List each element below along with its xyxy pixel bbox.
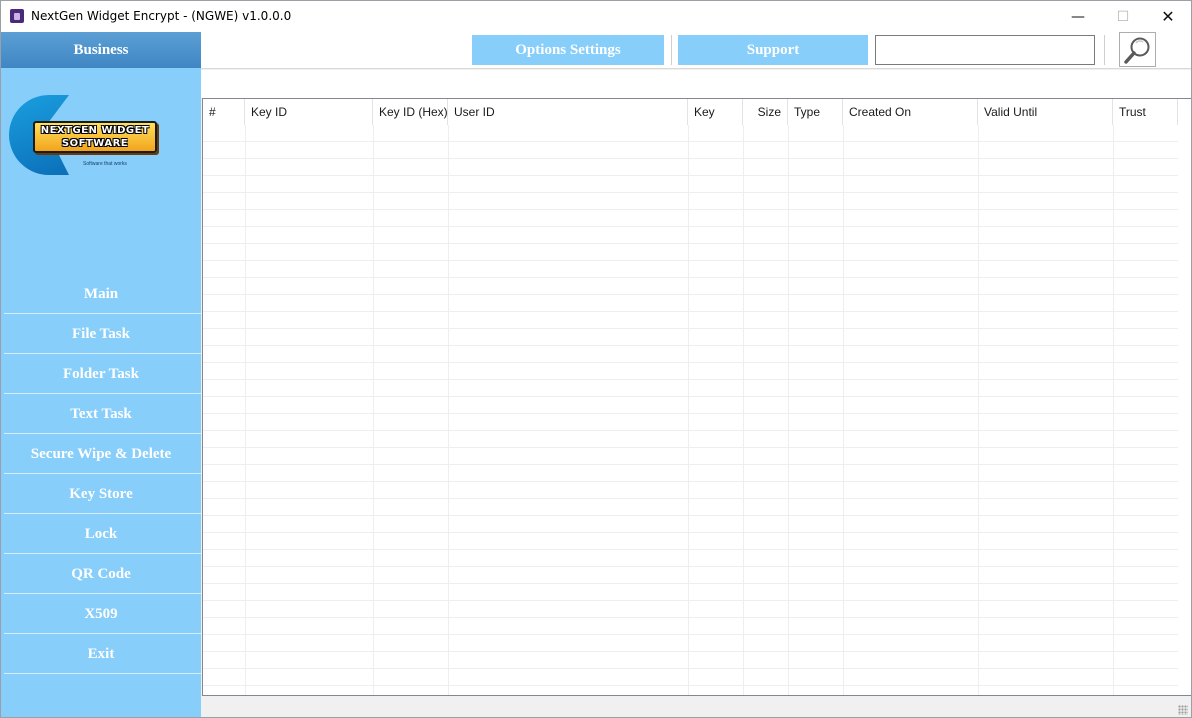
minimize-button[interactable]: — bbox=[1055, 1, 1101, 32]
row-gridline bbox=[203, 566, 1178, 567]
top-toolbar: Options Settings Support bbox=[201, 32, 1191, 69]
magnifier-icon bbox=[1123, 37, 1149, 64]
row-gridline bbox=[203, 260, 1178, 261]
app-window: NextGen Widget Encrypt - (NGWE) v1.0.0.0… bbox=[0, 0, 1192, 718]
row-gridline bbox=[203, 226, 1178, 227]
column-header-key-id-hex[interactable]: Key ID (Hex) bbox=[373, 99, 448, 125]
sidebar-item-text-task[interactable]: Text Task bbox=[1, 394, 201, 434]
row-gridline bbox=[203, 617, 1178, 618]
row-gridline bbox=[203, 158, 1178, 159]
row-gridline bbox=[203, 447, 1178, 448]
row-gridline bbox=[203, 362, 1178, 363]
sidebar: Business NEXTGEN WIDGET SOFTWARE Softwar… bbox=[1, 32, 201, 717]
column-gridline bbox=[978, 125, 979, 695]
sidebar-item-key-store[interactable]: Key Store bbox=[1, 474, 201, 514]
column-gridline bbox=[245, 125, 246, 695]
sidebar-nav: Main File Task Folder Task Text Task Sec… bbox=[1, 274, 201, 674]
row-gridline bbox=[203, 634, 1178, 635]
logo-tagline: Software that works bbox=[83, 161, 127, 167]
row-gridline bbox=[203, 430, 1178, 431]
row-gridline bbox=[203, 481, 1178, 482]
app-icon bbox=[10, 9, 24, 23]
sidebar-item-secure-wipe[interactable]: Secure Wipe & Delete bbox=[1, 434, 201, 474]
column-header-size[interactable]: Size bbox=[743, 99, 788, 125]
company-logo: NEXTGEN WIDGET SOFTWARE Software that wo… bbox=[9, 95, 161, 179]
row-gridline bbox=[203, 413, 1178, 414]
column-gridline bbox=[448, 125, 449, 695]
logo-text-line1: NEXTGEN WIDGET bbox=[40, 125, 150, 136]
column-header-index[interactable]: # bbox=[203, 99, 245, 125]
row-gridline bbox=[203, 277, 1178, 278]
sidebar-item-exit[interactable]: Exit bbox=[1, 634, 201, 674]
column-header-key-id[interactable]: Key ID bbox=[245, 99, 373, 125]
column-gridline bbox=[743, 125, 744, 695]
row-gridline bbox=[203, 345, 1178, 346]
row-gridline bbox=[203, 311, 1178, 312]
logo-text-line2: SOFTWARE bbox=[61, 138, 129, 149]
row-gridline bbox=[203, 243, 1178, 244]
maximize-button[interactable]: ☐ bbox=[1100, 1, 1146, 32]
column-gridline bbox=[1113, 125, 1114, 695]
edition-header: Business bbox=[1, 32, 201, 68]
key-table[interactable]: # Key ID Key ID (Hex) User ID Key Size T… bbox=[202, 98, 1191, 696]
table-header: # Key ID Key ID (Hex) User ID Key Size T… bbox=[203, 99, 1191, 125]
row-gridline bbox=[203, 328, 1178, 329]
window-title: NextGen Widget Encrypt - (NGWE) v1.0.0.0 bbox=[31, 9, 292, 23]
column-header-valid-until[interactable]: Valid Until bbox=[978, 99, 1113, 125]
sidebar-item-qr-code[interactable]: QR Code bbox=[1, 554, 201, 594]
row-gridline bbox=[203, 583, 1178, 584]
column-gridline bbox=[788, 125, 789, 695]
row-gridline bbox=[203, 685, 1178, 686]
row-gridline bbox=[203, 175, 1178, 176]
table-scroll-area bbox=[1178, 99, 1191, 695]
sidebar-item-main[interactable]: Main bbox=[1, 274, 201, 314]
row-gridline bbox=[203, 192, 1178, 193]
sidebar-item-lock[interactable]: Lock bbox=[1, 514, 201, 554]
row-gridline bbox=[203, 379, 1178, 380]
column-header-user-id[interactable]: User ID bbox=[448, 99, 688, 125]
row-gridline bbox=[203, 209, 1178, 210]
status-bar bbox=[201, 696, 1191, 717]
row-gridline bbox=[203, 549, 1178, 550]
row-gridline bbox=[203, 532, 1178, 533]
search-button[interactable] bbox=[1119, 32, 1156, 67]
toolbar-divider bbox=[671, 35, 672, 65]
column-header-key[interactable]: Key bbox=[688, 99, 743, 125]
options-settings-button[interactable]: Options Settings bbox=[472, 35, 664, 65]
column-header-created-on[interactable]: Created On bbox=[843, 99, 978, 125]
sidebar-item-x509[interactable]: X509 bbox=[1, 594, 201, 634]
column-header-type[interactable]: Type bbox=[788, 99, 843, 125]
row-gridline bbox=[203, 498, 1178, 499]
search-input[interactable] bbox=[875, 35, 1095, 65]
column-gridline bbox=[843, 125, 844, 695]
row-gridline bbox=[203, 141, 1178, 142]
row-gridline bbox=[203, 651, 1178, 652]
row-gridline bbox=[203, 668, 1178, 669]
toolbar-divider bbox=[1104, 35, 1105, 65]
close-button[interactable]: ✕ bbox=[1145, 1, 1191, 32]
title-bar: NextGen Widget Encrypt - (NGWE) v1.0.0.0… bbox=[1, 1, 1191, 32]
row-gridline bbox=[203, 294, 1178, 295]
column-gridline bbox=[688, 125, 689, 695]
row-gridline bbox=[203, 396, 1178, 397]
logo-badge: NEXTGEN WIDGET SOFTWARE bbox=[33, 121, 157, 153]
column-header-trust[interactable]: Trust bbox=[1113, 99, 1178, 125]
row-gridline bbox=[203, 464, 1178, 465]
resize-grip-icon[interactable] bbox=[1178, 705, 1188, 715]
row-gridline bbox=[203, 515, 1178, 516]
row-gridline bbox=[203, 600, 1178, 601]
column-gridline bbox=[373, 125, 374, 695]
support-button[interactable]: Support bbox=[678, 35, 868, 65]
secondary-strip bbox=[201, 70, 1191, 98]
sidebar-item-folder-task[interactable]: Folder Task bbox=[1, 354, 201, 394]
sidebar-item-file-task[interactable]: File Task bbox=[1, 314, 201, 354]
